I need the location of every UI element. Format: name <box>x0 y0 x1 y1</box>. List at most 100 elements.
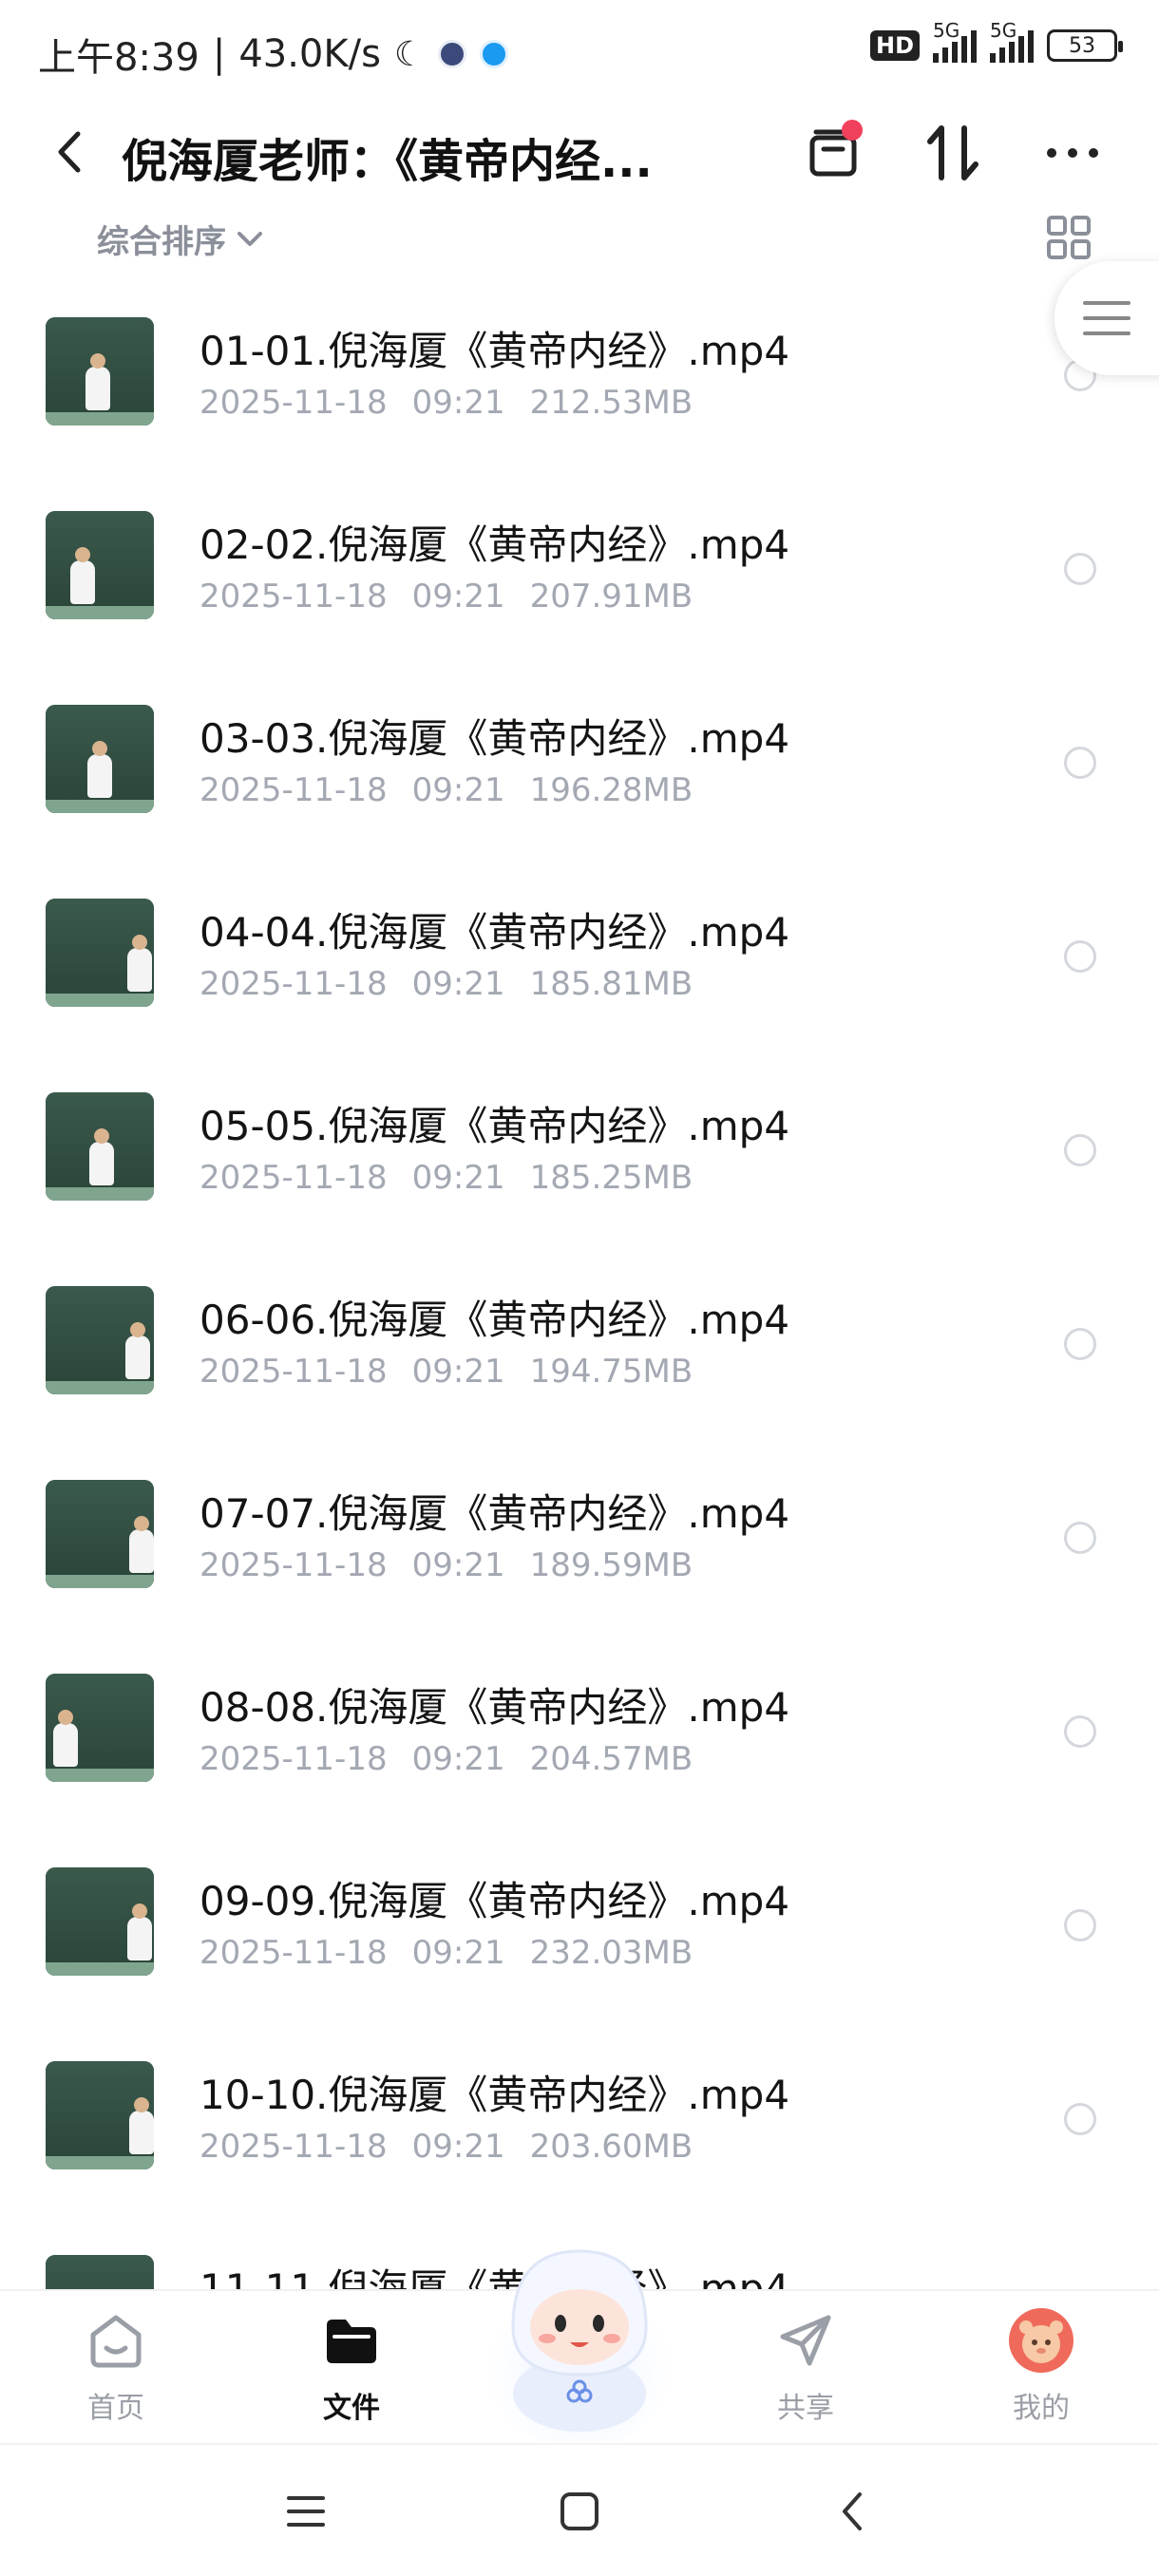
select-radio[interactable] <box>1064 2103 1096 2135</box>
status-net-speed: 43.0K/s <box>238 32 381 76</box>
file-size: 194.75MB <box>529 1353 694 1391</box>
header-bar: 倪海厦老师：《黄帝内经... <box>0 104 1159 199</box>
sort-row: 综合排序 <box>0 204 1159 271</box>
avatar-icon <box>1003 2302 1079 2378</box>
assistant-mascot-button[interactable] <box>475 2232 684 2451</box>
file-size: 196.28MB <box>529 771 694 809</box>
sort-dropdown[interactable]: 综合排序 <box>97 216 264 262</box>
file-meta: 2025-11-18 09:21 207.91MB <box>200 578 717 616</box>
file-name: 09-09.倪海厦《黄帝内经》.mp4 <box>200 1878 790 1924</box>
file-size: 185.81MB <box>529 965 694 1003</box>
sort-button[interactable] <box>920 120 986 186</box>
file-time: 09:21 <box>411 1740 505 1778</box>
side-menu-handle[interactable] <box>1054 261 1159 375</box>
select-radio[interactable] <box>1064 1522 1096 1554</box>
file-name: 08-08.倪海厦《黄帝内经》.mp4 <box>200 1684 790 1731</box>
file-meta: 2025-11-18 09:21 185.25MB <box>200 1159 717 1197</box>
file-size: 212.53MB <box>529 384 694 422</box>
file-name: 02-02.倪海厦《黄帝内经》.mp4 <box>200 521 790 568</box>
nav-files[interactable]: 文件 <box>276 2302 428 2435</box>
file-row[interactable]: 04-04.倪海厦《黄帝内经》.mp4 2025-11-18 09:21 185.81… <box>0 866 1159 1060</box>
back-button[interactable] <box>42 123 99 180</box>
status-separator: | <box>212 32 226 76</box>
file-time: 09:21 <box>411 1934 505 1972</box>
file-date: 2025-11-18 <box>200 2128 388 2166</box>
chevron-left-icon <box>58 131 81 173</box>
file-row[interactable]: 07-07.倪海厦《黄帝内经》.mp4 2025-11-18 09:21 189.59… <box>0 1448 1159 1641</box>
page-title: 倪海厦老师：《黄帝内经... <box>122 135 653 188</box>
file-row[interactable]: 02-02.倪海厦《黄帝内经》.mp4 2025-11-18 09:21 207.91… <box>0 479 1159 672</box>
assistant-mascot-icon <box>484 2249 674 2451</box>
file-time: 09:21 <box>411 2128 505 2166</box>
nav-files-label: 文件 <box>323 2392 380 2425</box>
share-plane-icon <box>768 2302 844 2378</box>
file-name: 03-03.倪海厦《黄帝内经》.mp4 <box>200 715 790 762</box>
hamburger-icon <box>1083 301 1130 335</box>
notification-dot <box>842 120 863 141</box>
more-icon <box>1047 148 1098 158</box>
file-meta: 2025-11-18 09:21 189.59MB <box>200 1546 717 1584</box>
select-radio[interactable] <box>1064 747 1096 779</box>
file-meta: 2025-11-18 09:21 196.28MB <box>200 771 717 809</box>
grid-view-button[interactable] <box>1045 214 1092 261</box>
file-date: 2025-11-18 <box>200 771 388 809</box>
file-date: 2025-11-18 <box>200 578 388 616</box>
file-time: 09:21 <box>411 771 505 809</box>
signal-2-icon: 5G <box>990 19 1034 63</box>
nav-share[interactable]: 共享 <box>730 2302 882 2435</box>
nav-mine-label: 我的 <box>1013 2392 1070 2425</box>
select-radio[interactable] <box>1064 1715 1096 1748</box>
select-radio[interactable] <box>1064 940 1096 973</box>
hd-badge: HD <box>869 30 920 61</box>
file-row[interactable]: 10-10.倪海厦《黄帝内经》.mp4 2025-11-18 09:21 203.60… <box>0 2029 1159 2223</box>
back-icon <box>843 2492 862 2530</box>
file-name: 05-05.倪海厦《黄帝内经》.mp4 <box>200 1103 790 1149</box>
nav-mine[interactable]: 我的 <box>965 2302 1117 2435</box>
file-time: 09:21 <box>411 578 505 616</box>
file-meta: 2025-11-18 09:21 212.53MB <box>200 384 717 422</box>
nav-home[interactable]: 首页 <box>40 2302 192 2435</box>
file-row[interactable]: 01-01.倪海厦《黄帝内经》.mp4 2025-11-18 09:21 212.53… <box>0 285 1159 479</box>
upload-notify-icon <box>480 40 509 68</box>
file-date: 2025-11-18 <box>200 1934 388 1972</box>
file-meta: 2025-11-18 09:21 194.75MB <box>200 1353 717 1391</box>
menu-icon <box>287 2496 325 2527</box>
select-radio[interactable] <box>1064 1909 1096 1941</box>
file-row[interactable]: 06-06.倪海厦《黄帝内经》.mp4 2025-11-18 09:21 194.75… <box>0 1254 1159 1448</box>
file-date: 2025-11-18 <box>200 384 388 422</box>
video-thumbnail <box>46 317 154 426</box>
chevron-down-icon <box>238 231 262 246</box>
file-meta: 2025-11-18 09:21 232.03MB <box>200 1934 717 1972</box>
more-button[interactable] <box>1039 120 1106 186</box>
file-name: 10-10.倪海厦《黄帝内经》.mp4 <box>200 2072 790 2118</box>
video-thumbnail <box>46 2061 154 2169</box>
video-thumbnail <box>46 511 154 619</box>
select-radio[interactable] <box>1064 1134 1096 1166</box>
video-thumbnail <box>46 1286 154 1394</box>
system-home-button[interactable] <box>551 2483 608 2540</box>
file-meta: 2025-11-18 09:21 185.81MB <box>200 965 717 1003</box>
video-thumbnail <box>46 1674 154 1782</box>
file-meta: 2025-11-18 09:21 203.60MB <box>200 2128 717 2166</box>
video-thumbnail <box>46 1092 154 1201</box>
file-date: 2025-11-18 <box>200 1740 388 1778</box>
file-row[interactable]: 08-08.倪海厦《黄帝内经》.mp4 2025-11-18 09:21 204.57… <box>0 1641 1159 1835</box>
home-icon <box>78 2302 154 2378</box>
sort-icon <box>927 125 978 180</box>
signal-1-icon: 5G <box>933 19 977 63</box>
video-thumbnail <box>46 2255 154 2289</box>
home-square-icon <box>560 2492 598 2530</box>
file-row[interactable]: 09-09.倪海厦《黄帝内经》.mp4 2025-11-18 09:21 232.03… <box>0 1835 1159 2029</box>
file-row[interactable]: 05-05.倪海厦《黄帝内经》.mp4 2025-11-18 09:21 185.25… <box>0 1060 1159 1254</box>
folder-icon <box>314 2302 390 2378</box>
sort-label: 综合排序 <box>97 223 226 261</box>
system-back-button[interactable] <box>823 2483 880 2540</box>
archive-button[interactable] <box>800 120 866 186</box>
select-radio[interactable] <box>1064 1328 1096 1360</box>
file-size: 204.57MB <box>529 1740 694 1778</box>
file-row[interactable]: 03-03.倪海厦《黄帝内经》.mp4 2025-11-18 09:21 196.28… <box>0 672 1159 866</box>
file-name: 07-07.倪海厦《黄帝内经》.mp4 <box>200 1490 790 1537</box>
file-date: 2025-11-18 <box>200 1159 388 1197</box>
system-menu-button[interactable] <box>277 2483 334 2540</box>
select-radio[interactable] <box>1064 553 1096 585</box>
